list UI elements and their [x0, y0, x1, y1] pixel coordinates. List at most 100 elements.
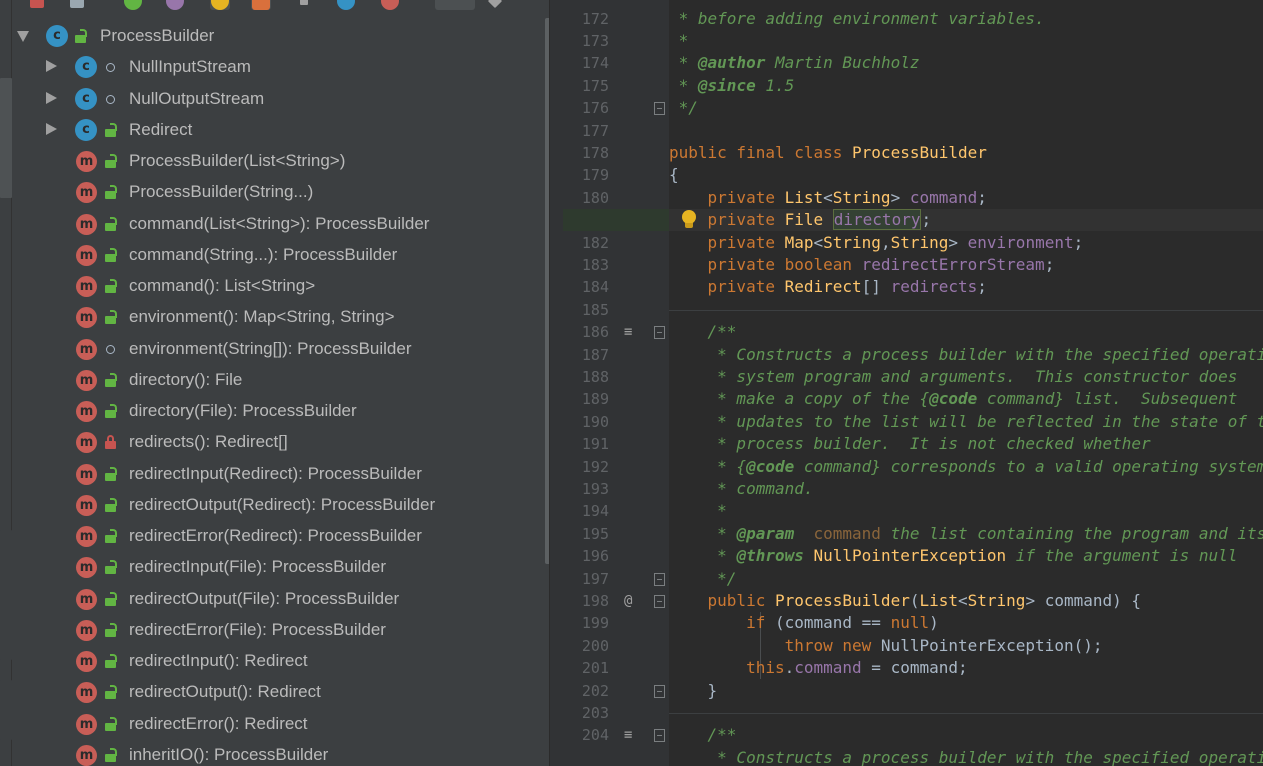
tree-row-method[interactable]: m command(String...): ProcessBuilder	[12, 240, 547, 271]
line-number: 187	[581, 346, 609, 364]
structure-tab[interactable]	[0, 78, 12, 198]
show-fields-icon[interactable]	[124, 0, 142, 10]
code-line[interactable]: *	[669, 500, 727, 522]
tree-row-method[interactable]: m redirectOutput(File): ProcessBuilder	[12, 584, 547, 615]
tree-row-method[interactable]: m redirectInput(Redirect): ProcessBuilder	[12, 459, 547, 490]
collapsed-arrow-icon[interactable]	[46, 92, 57, 104]
show-properties-icon[interactable]	[166, 0, 184, 10]
tree-row-method[interactable]: m inheritIO(): ProcessBuilder	[12, 740, 547, 766]
code-line[interactable]: * Constructs a process builder with the …	[669, 344, 1263, 366]
tree-row-method[interactable]: m redirectInput(): Redirect	[12, 646, 547, 677]
code-line[interactable]: private File directory;	[669, 209, 931, 231]
implements-gutter-icon[interactable]: ≡	[624, 321, 632, 343]
fold-marker-icon[interactable]	[654, 326, 665, 339]
overrides-gutter-icon[interactable]: @	[624, 590, 632, 612]
tree-item-label: command(): List<String>	[129, 276, 316, 295]
code-line[interactable]: * updates to the list will be reflected …	[669, 411, 1263, 433]
code-line[interactable]: private boolean redirectErrorStream;	[669, 254, 1055, 276]
fold-marker-icon[interactable]	[654, 729, 665, 742]
tree-row-method[interactable]: m ProcessBuilder(List<String>)	[12, 146, 547, 177]
code-line[interactable]: this.command = command;	[669, 657, 968, 679]
tree-row-method[interactable]: m redirectOutput(Redirect): ProcessBuilde…	[12, 490, 547, 521]
implements-gutter-icon[interactable]: ≡	[624, 724, 632, 746]
method-icon: m	[76, 651, 97, 672]
tree-row-class[interactable]: c NullOutputStream	[12, 84, 547, 115]
web-tab[interactable]	[0, 680, 12, 740]
class-icon: c	[46, 25, 68, 47]
method-icon: m	[76, 182, 97, 203]
code-line[interactable]: */	[669, 568, 736, 590]
code-line[interactable]: throw new NullPointerException();	[669, 635, 1103, 657]
favorites-tab[interactable]	[0, 530, 12, 660]
code-line[interactable]: * {@code command} corresponds to a valid…	[669, 456, 1263, 478]
tree-row-method[interactable]: m redirectInput(File): ProcessBuilder	[12, 552, 547, 583]
code-line[interactable]: * before adding environment variables.	[669, 8, 1045, 30]
method-separator	[669, 713, 1263, 714]
fold-marker-icon[interactable]	[654, 595, 665, 608]
code-line[interactable]: public final class ProcessBuilder	[669, 142, 987, 164]
tree-row-method[interactable]: m environment(): Map<String, String>	[12, 302, 547, 333]
tree-row-method[interactable]: m redirectError(Redirect): ProcessBuilder	[12, 521, 547, 552]
code-line[interactable]: }	[669, 680, 718, 702]
code-line[interactable]: private List<String> command;	[669, 187, 987, 209]
code-line[interactable]: if (command == null)	[669, 612, 939, 634]
tree-row-method[interactable]: m redirectOutput(): Redirect	[12, 677, 547, 708]
expand-arrow-icon[interactable]	[17, 31, 29, 42]
collapsed-arrow-icon[interactable]	[46, 123, 57, 135]
code-line[interactable]: * Constructs a process builder with the …	[669, 747, 1263, 766]
pin-icon[interactable]	[300, 0, 308, 5]
fold-marker-icon[interactable]	[654, 573, 665, 586]
collapsed-arrow-icon[interactable]	[46, 60, 57, 72]
sort-visibility-icon[interactable]	[30, 0, 44, 8]
intention-bulb-icon[interactable]	[681, 209, 697, 231]
code-line[interactable]: public ProcessBuilder(List<String> comma…	[669, 590, 1142, 612]
code-token: * command.	[707, 479, 814, 498]
code-line[interactable]: * command.	[669, 478, 814, 500]
code-line[interactable]: {	[669, 164, 679, 186]
panel-divider[interactable]	[549, 0, 563, 766]
tree-row-method[interactable]: m command(List<String>): ProcessBuilder	[12, 209, 547, 240]
tree-row-method[interactable]: m directory(File): ProcessBuilder	[12, 396, 547, 427]
code-line[interactable]: * @author Martin Buchholz	[669, 52, 920, 74]
code-line[interactable]: * @since 1.5	[669, 75, 795, 97]
sort-alpha-icon[interactable]	[70, 0, 84, 8]
tree-row-class[interactable]: c Redirect	[12, 115, 547, 146]
code-line[interactable]: * process builder. It is not checked whe…	[669, 433, 1150, 455]
code-line[interactable]: private Map<String,String> environment;	[669, 232, 1084, 254]
settings-icon[interactable]	[487, 0, 503, 9]
code-line[interactable]: *	[669, 30, 689, 52]
expand-all-button[interactable]	[435, 0, 475, 10]
tree-row-method[interactable]: m redirectError(File): ProcessBuilder	[12, 615, 547, 646]
public-visibility-icon	[104, 623, 117, 637]
tree-row-method[interactable]: m redirectError(): Redirect	[12, 709, 547, 740]
fold-marker-icon[interactable]	[654, 102, 665, 115]
method-filter-icon[interactable]	[381, 0, 399, 10]
code-line[interactable]: * @throws NullPointerException if the ar…	[669, 545, 1237, 567]
line-number: 196	[581, 547, 609, 565]
tree-row-class[interactable]: c NullInputStream	[12, 52, 547, 83]
method-icon: m	[76, 682, 97, 703]
tree-row-method[interactable]: m ProcessBuilder(String...)	[12, 177, 547, 208]
code-editor[interactable]: 1721731741751761771781791801811821831841…	[563, 0, 1263, 766]
public-visibility-icon	[104, 310, 117, 324]
editor-gutter[interactable]: 1721731741751761771781791801811821831841…	[563, 0, 669, 766]
code-line[interactable]: private Redirect[] redirects;	[669, 276, 987, 298]
tree-row-method[interactable]: m environment(String[]): ProcessBuilder	[12, 334, 547, 365]
tree-item-label: inheritIO(): ProcessBuilder	[129, 745, 329, 764]
code-line[interactable]: */	[669, 97, 698, 119]
interface-icon[interactable]	[337, 0, 355, 10]
tree-row-method[interactable]: m command(): List<String>	[12, 271, 547, 302]
code-line[interactable]: /**	[669, 724, 737, 746]
code-line[interactable]: /**	[669, 321, 737, 343]
tree-row-method[interactable]: m directory(): File	[12, 365, 547, 396]
method-icon: m	[76, 745, 97, 766]
fold-marker-icon[interactable]	[654, 685, 665, 698]
anonymous-class-icon[interactable]	[252, 0, 270, 10]
code-line[interactable]: * @param command the list containing the…	[669, 523, 1263, 545]
tree-row-method[interactable]: m redirects(): Redirect[]	[12, 427, 547, 458]
code-line[interactable]: * system program and arguments. This con…	[669, 366, 1237, 388]
code-line[interactable]: * make a copy of the {@code command} lis…	[669, 388, 1237, 410]
code-token: the list containing the program and its …	[890, 524, 1263, 543]
tree-root-row[interactable]: c ProcessBuilder	[12, 21, 547, 52]
code-token: @code	[929, 389, 978, 408]
